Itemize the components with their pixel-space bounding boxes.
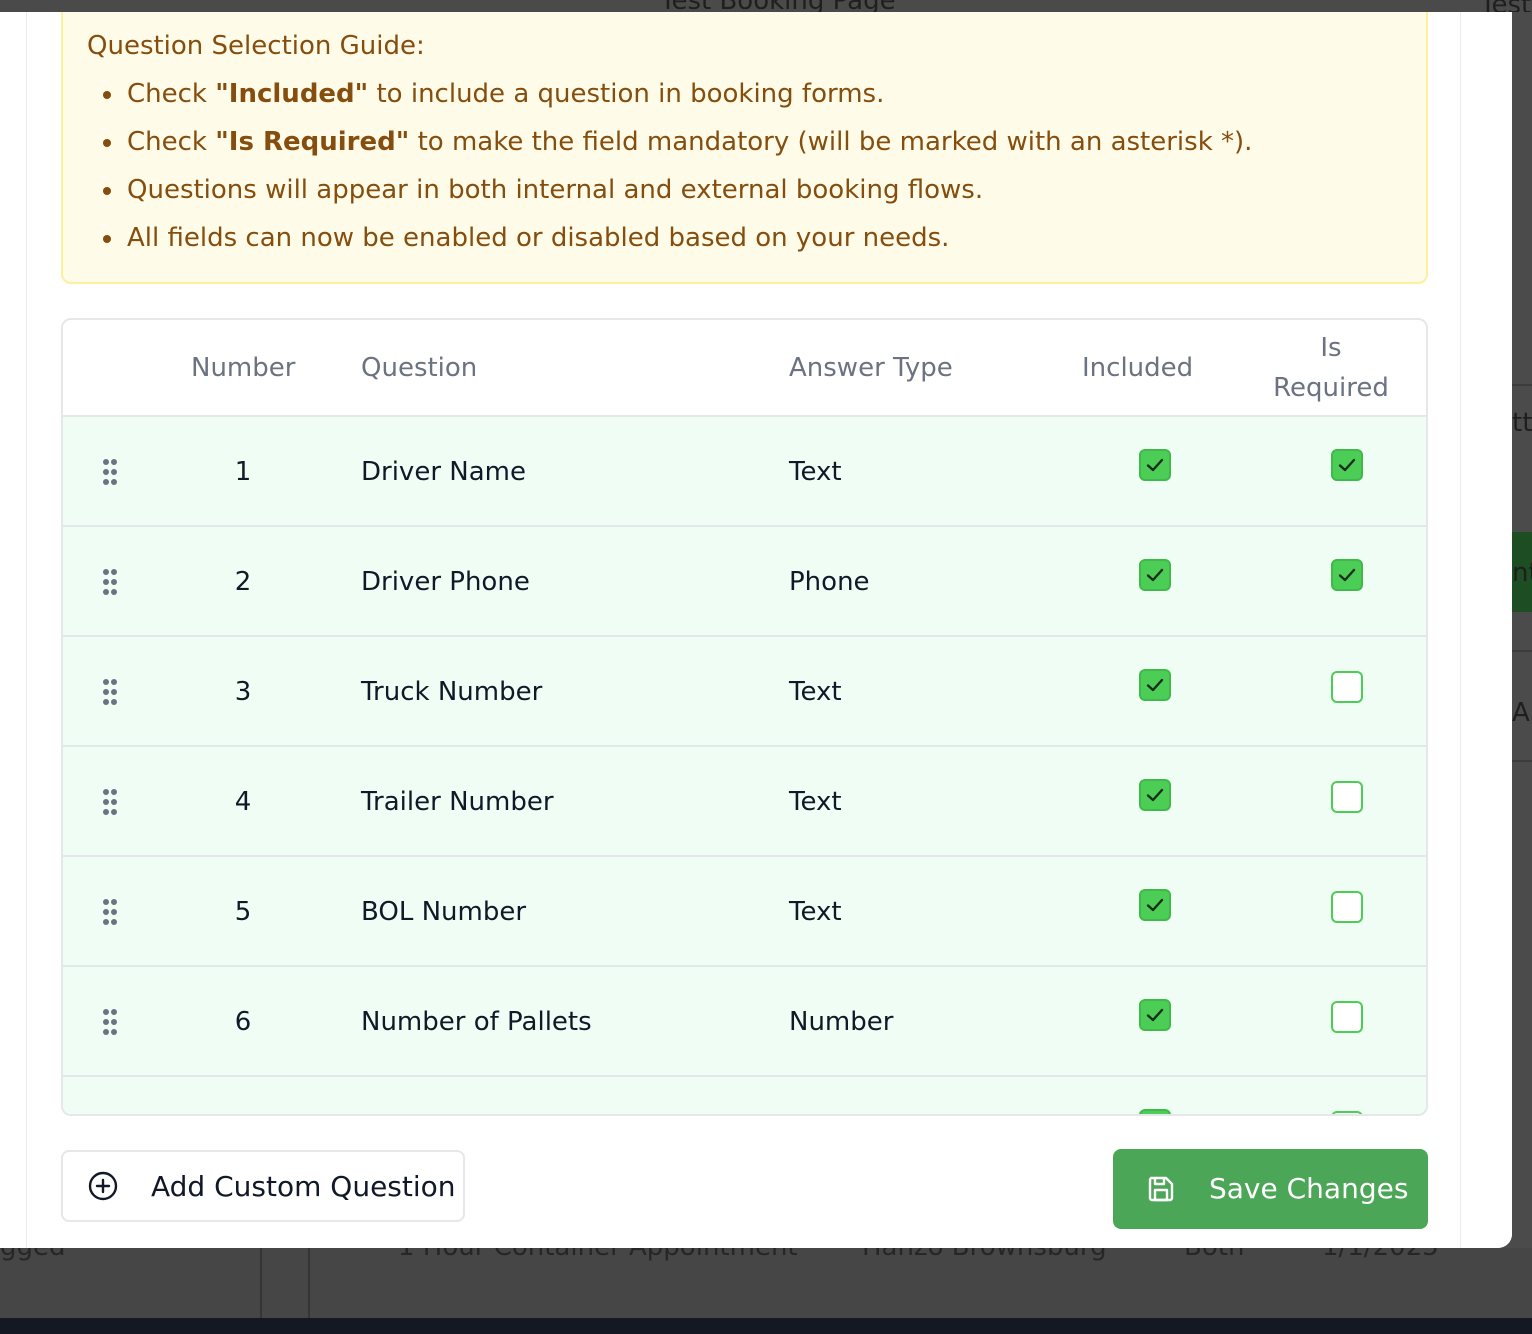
question-text: Driver Phone (361, 567, 530, 597)
guide-item-text: to include a question in booking forms. (368, 79, 885, 109)
question-number: 5 (234, 897, 252, 927)
answer-type: Text (789, 787, 842, 817)
header-answer-type: Answer Type (789, 353, 953, 383)
checkmark-icon (1146, 568, 1164, 582)
checkmark-icon (1146, 788, 1164, 802)
background-topbar: Test Booking Page Test (0, 0, 1532, 12)
question-number: 1 (234, 457, 252, 487)
guide-item-text: All fields can now be enabled or disable… (127, 223, 950, 253)
header-number: Number (191, 353, 296, 383)
guide-item-bold: "Is Required" (215, 127, 410, 157)
answer-type: Text (789, 897, 842, 927)
guide-item-text: Check (127, 79, 216, 109)
table-row: 6 Number of Pallets Number (63, 967, 1426, 1077)
table-header: Number Question Answer Type Included Is … (63, 320, 1426, 417)
required-checkbox[interactable] (1331, 781, 1363, 813)
required-checkbox[interactable] (1331, 559, 1363, 591)
drag-handle-icon[interactable] (103, 789, 117, 815)
header-question: Question (361, 353, 478, 383)
background-text-fragment: A (1512, 698, 1530, 728)
background-divider (308, 1248, 310, 1318)
table-row: 2 Driver Phone Phone (63, 527, 1426, 637)
guide-item-text: Questions will appear in both internal a… (127, 175, 984, 205)
background-text-fragment: nt (1512, 558, 1532, 588)
background-divider (1510, 384, 1532, 386)
checkmark-icon (1146, 678, 1164, 692)
included-checkbox[interactable] (1139, 1109, 1171, 1116)
question-text: BOL Number (361, 897, 527, 927)
question-text: Truck Number (361, 677, 543, 707)
save-changes-label: Save Changes (1209, 1172, 1409, 1205)
guide-item: Questions will appear in both internal a… (87, 174, 1402, 206)
header-is-required: Is Required (1273, 333, 1389, 403)
guide-item: Check "Included" to include a question i… (87, 78, 1402, 110)
guide-item: Check "Is Required" to make the field ma… (87, 126, 1402, 158)
question-number: 2 (234, 567, 252, 597)
guide-list: Check "Included" to include a question i… (87, 78, 1402, 254)
checkmark-icon (1146, 458, 1164, 472)
plus-circle-icon (87, 1170, 119, 1202)
save-changes-button[interactable]: Save Changes (1113, 1149, 1428, 1229)
drag-handle-icon[interactable] (103, 569, 117, 595)
background-text-fragment: tt (1512, 408, 1532, 438)
background-divider (1510, 650, 1532, 652)
question-text: Driver Name (361, 457, 526, 487)
required-checkbox[interactable] (1331, 671, 1363, 703)
background-footer-bar (0, 1318, 1532, 1334)
question-text: Trailer Number (361, 787, 554, 817)
add-custom-question-button[interactable]: Add Custom Question (61, 1150, 465, 1222)
question-number: 6 (234, 1007, 252, 1037)
question-number: 3 (234, 677, 252, 707)
drag-handle-icon[interactable] (103, 459, 117, 485)
included-checkbox[interactable] (1139, 779, 1171, 811)
included-checkbox[interactable] (1139, 449, 1171, 481)
question-text: Number of Pallets (361, 1007, 592, 1037)
required-checkbox[interactable] (1331, 1111, 1363, 1114)
drag-handle-icon[interactable] (103, 1009, 117, 1035)
guide-item: All fields can now be enabled or disable… (87, 222, 1402, 254)
background-divider (1510, 760, 1532, 762)
background-page-title: Test Booking Page (660, 0, 896, 12)
table-row (63, 1077, 1426, 1116)
background-divider (260, 1248, 262, 1318)
question-settings-modal: Question Selection Guide: Check "Include… (0, 12, 1512, 1248)
question-number: 4 (234, 787, 252, 817)
included-checkbox[interactable] (1139, 559, 1171, 591)
answer-type: Phone (789, 567, 870, 597)
guide-item-text: Check (127, 127, 216, 157)
required-checkbox[interactable] (1331, 449, 1363, 481)
guide-item-text: to make the field mandatory (will be mar… (409, 127, 1253, 157)
answer-type: Text (789, 457, 842, 487)
question-selection-guide: Question Selection Guide: Check "Include… (61, 12, 1428, 284)
modal-left-edge (0, 12, 27, 1248)
included-checkbox[interactable] (1139, 669, 1171, 701)
answer-type: Number (789, 1007, 894, 1037)
questions-table: Number Question Answer Type Included Is … (61, 318, 1428, 1116)
background-top-right-text: Test (1480, 0, 1531, 12)
header-included: Included (1082, 353, 1194, 383)
drag-handle-icon[interactable] (103, 899, 117, 925)
table-row: 3 Truck Number Text (63, 637, 1426, 747)
drag-handle-icon[interactable] (103, 679, 117, 705)
table-row: 1 Driver Name Text (63, 417, 1426, 527)
floppy-disk-icon (1145, 1173, 1177, 1205)
add-custom-question-label: Add Custom Question (151, 1170, 456, 1203)
included-checkbox[interactable] (1139, 999, 1171, 1031)
checkmark-icon (1144, 1114, 1166, 1116)
table-row: 5 BOL Number Text (63, 857, 1426, 967)
checkmark-icon (1338, 458, 1356, 472)
table-row: 4 Trailer Number Text (63, 747, 1426, 857)
checkmark-icon (1146, 898, 1164, 912)
modal-right-edge (1460, 12, 1512, 1248)
guide-title: Question Selection Guide: (87, 31, 425, 61)
required-checkbox[interactable] (1331, 1001, 1363, 1033)
included-checkbox[interactable] (1139, 889, 1171, 921)
guide-item-bold: "Included" (215, 79, 369, 109)
checkmark-icon (1338, 568, 1356, 582)
answer-type: Text (789, 677, 842, 707)
checkmark-icon (1146, 1008, 1164, 1022)
required-checkbox[interactable] (1331, 891, 1363, 923)
